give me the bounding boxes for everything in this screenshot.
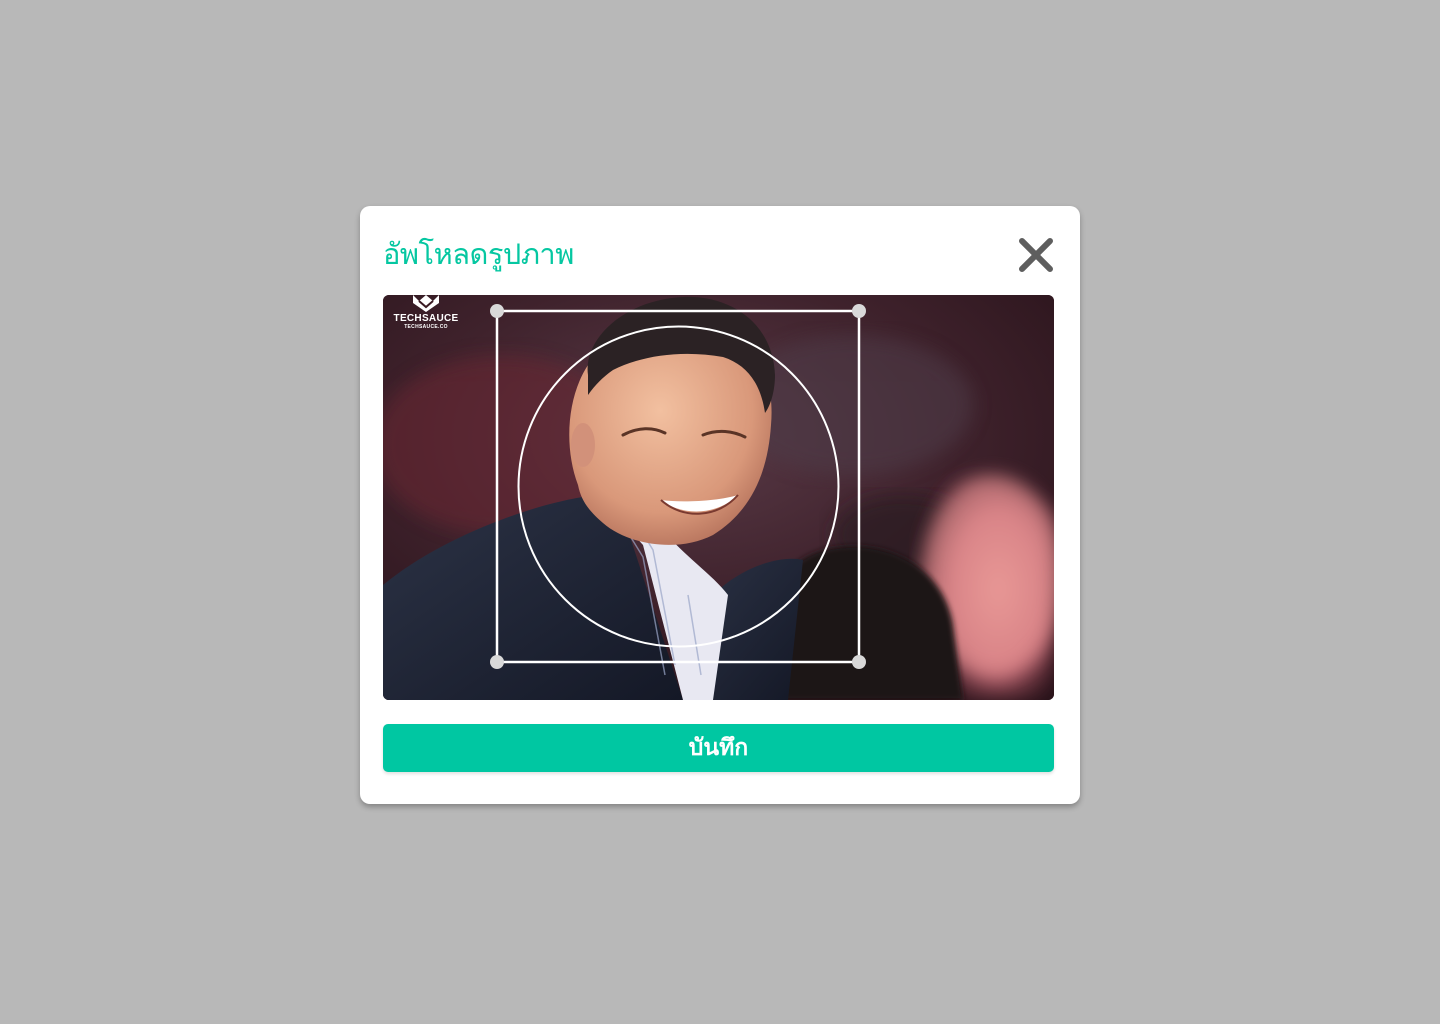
crop-handle-top-right[interactable]: [852, 304, 866, 318]
upload-image-modal: อัพโหลดรูปภาพ TECHSAUCE TECHSAUCE.CO บัน…: [360, 206, 1080, 804]
crop-handle-bottom-left[interactable]: [490, 655, 504, 669]
image-crop-area[interactable]: TECHSAUCE TECHSAUCE.CO: [383, 295, 1054, 700]
crop-handle-top-left[interactable]: [490, 304, 504, 318]
close-button[interactable]: [1014, 233, 1058, 277]
crop-box[interactable]: [495, 309, 861, 664]
close-icon: [1019, 238, 1053, 272]
crop-selection[interactable]: [383, 295, 1054, 700]
crop-circle-guide: [517, 325, 840, 648]
crop-handle-bottom-right[interactable]: [852, 655, 866, 669]
modal-title: อัพโหลดรูปภาพ: [383, 237, 574, 271]
save-button[interactable]: บันทึก: [383, 724, 1054, 772]
